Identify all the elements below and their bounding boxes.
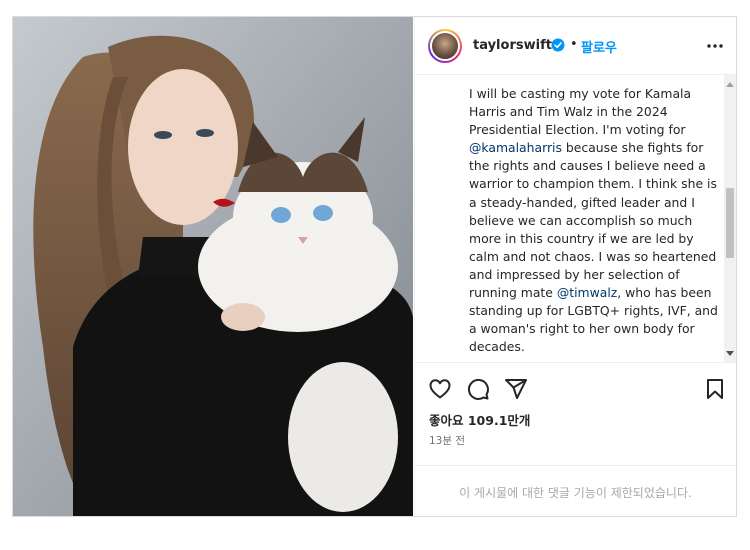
post-photo[interactable]: [13, 17, 413, 516]
post-caption: I will be casting my vote for Kamala Har…: [469, 85, 719, 356]
scroll-up-arrow-icon[interactable]: [726, 82, 734, 87]
mention-link-kamalaharris[interactable]: @kamalaharris: [469, 140, 562, 155]
post-header: taylorswift • 팔로우: [415, 17, 736, 75]
verified-badge-icon: [551, 38, 565, 52]
caption-scroll-area[interactable]: I will be casting my vote for Kamala Har…: [415, 75, 736, 362]
mention-link-timwalz[interactable]: @timwalz: [557, 285, 617, 300]
heart-icon[interactable]: [428, 377, 452, 401]
scroll-thumb[interactable]: [726, 188, 734, 258]
post-actions: 좋아요 109.1만개 13분 전: [415, 362, 736, 472]
post-time[interactable]: 13분 전: [429, 433, 465, 448]
comments-section: 이 게시물에 대한 댓글 기능이 제한되었습니다.: [415, 465, 736, 516]
more-dots-icon[interactable]: [705, 36, 725, 56]
username-link[interactable]: taylorswift: [473, 38, 552, 53]
comment-icon[interactable]: [466, 377, 490, 401]
post-sidebar: taylorswift • 팔로우 I will be casting my v…: [414, 17, 736, 516]
share-icon[interactable]: [504, 377, 528, 401]
instagram-post: taylorswift • 팔로우 I will be casting my v…: [12, 16, 737, 517]
scrollbar[interactable]: [724, 75, 736, 362]
caption-text: I will be casting my vote for Kamala Har…: [469, 86, 692, 138]
avatar[interactable]: [428, 29, 462, 63]
avatar-image: [430, 31, 460, 61]
bookmark-icon[interactable]: [703, 377, 727, 401]
likes-count[interactable]: 좋아요 109.1만개: [429, 410, 530, 429]
follow-button[interactable]: 팔로우: [581, 37, 617, 56]
comments-disabled-notice: 이 게시물에 대한 댓글 기능이 제한되었습니다.: [459, 486, 692, 500]
scroll-down-arrow-icon[interactable]: [726, 351, 734, 356]
caption-text: because she fights for the rights and ca…: [469, 140, 717, 301]
post-photo-illustration: [13, 17, 413, 516]
separator-dot: •: [570, 37, 578, 52]
